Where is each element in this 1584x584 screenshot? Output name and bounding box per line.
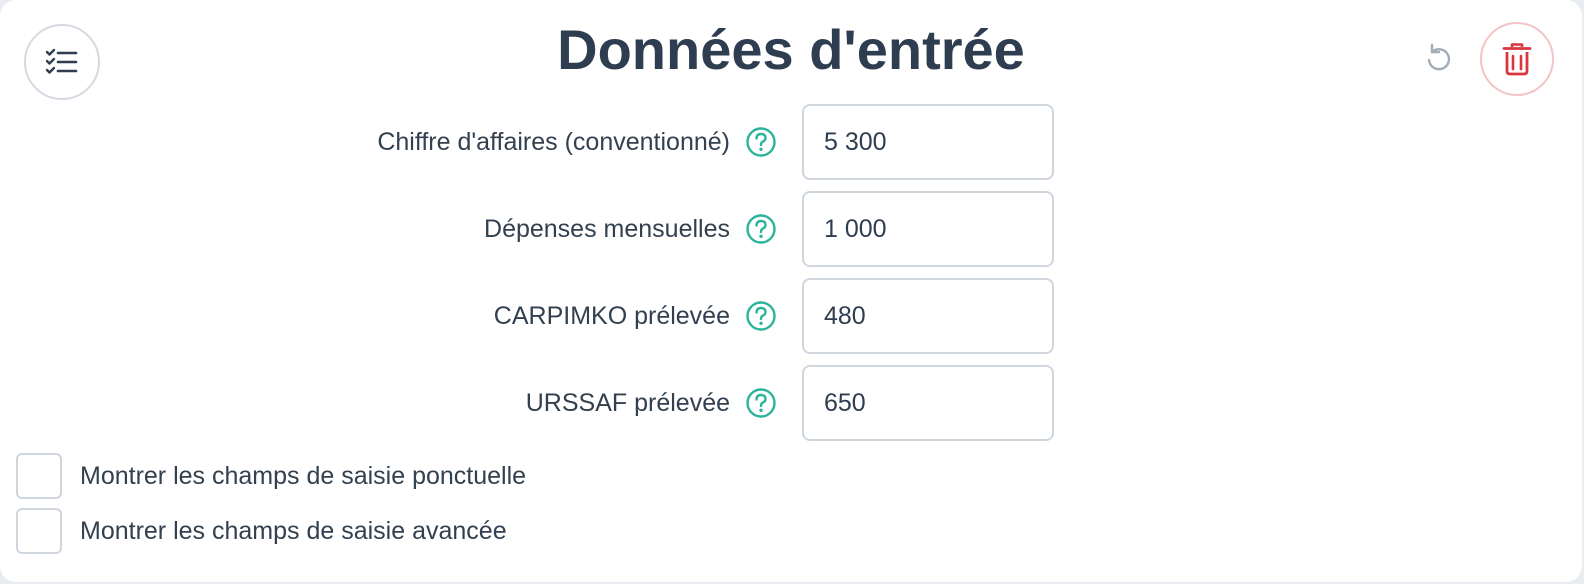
carpimko-input[interactable] <box>802 278 1054 354</box>
undo-icon <box>1427 43 1451 71</box>
checkbox[interactable] <box>16 453 62 499</box>
field-row-depenses: Dépenses mensuelles <box>0 191 1100 267</box>
trash-icon <box>1502 43 1532 76</box>
field-label: Chiffre d'affaires (conventionné) <box>377 127 730 156</box>
help-icon[interactable] <box>744 212 778 246</box>
checkbox-label: Montrer les champs de saisie avancée <box>80 516 507 545</box>
page-title: Données d'entrée <box>557 18 1025 81</box>
depenses-mensuelles-input[interactable] <box>802 191 1054 267</box>
help-icon[interactable] <box>744 299 778 333</box>
chiffre-affaires-input[interactable] <box>802 104 1054 180</box>
field-row-chiffre-affaires: Chiffre d'affaires (conventionné) <box>0 104 1100 180</box>
delete-button[interactable] <box>1480 22 1554 96</box>
field-row-urssaf: URSSAF prélevée <box>0 365 1100 441</box>
checkbox[interactable] <box>16 508 62 554</box>
field-label: Dépenses mensuelles <box>484 214 730 243</box>
option-avancee[interactable]: Montrer les champs de saisie avancée <box>16 507 507 555</box>
checkbox-label: Montrer les champs de saisie ponctuelle <box>80 461 527 490</box>
field-row-carpimko: CARPIMKO prélevée <box>0 278 1100 354</box>
input-data-card: Données d'entrée Chiffre d'affaires (con… <box>0 0 1582 582</box>
urssaf-input[interactable] <box>802 365 1054 441</box>
option-ponctuelle[interactable]: Montrer les champs de saisie ponctuelle <box>16 452 526 500</box>
field-label: CARPIMKO prélevée <box>493 301 730 330</box>
field-label: URSSAF prélevée <box>525 388 730 417</box>
reset-button[interactable] <box>1420 40 1456 76</box>
help-icon[interactable] <box>744 386 778 420</box>
help-icon[interactable] <box>744 125 778 159</box>
